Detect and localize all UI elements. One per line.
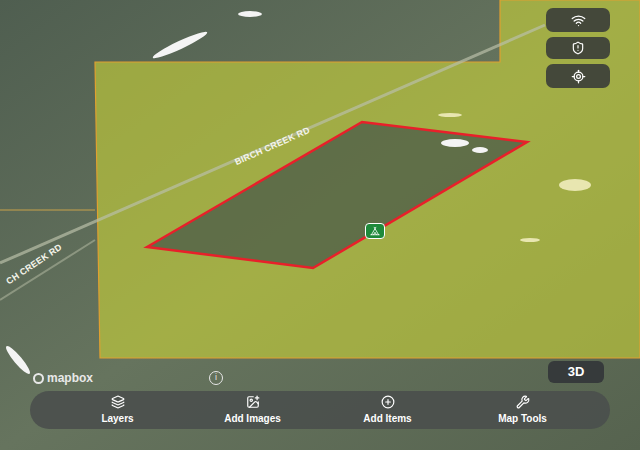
map-controls <box>546 8 610 88</box>
add-item-icon <box>381 395 395 409</box>
view-3d-button[interactable]: 3D <box>548 361 604 383</box>
mapbox-logo[interactable]: mapbox <box>33 369 93 387</box>
parcel-marker[interactable] <box>365 223 385 239</box>
toolbar-button[interactable]: Add Images <box>208 395 298 426</box>
add-image-icon <box>246 395 260 409</box>
locate-button[interactable] <box>546 64 610 88</box>
mapbox-attribution: mapbox i <box>33 369 223 387</box>
tent-icon <box>370 226 380 236</box>
toolbar-button[interactable]: Add Items <box>343 395 433 426</box>
road <box>0 240 95 300</box>
map-screen: BIRCH CREEK RDCH CREEK RDmapboxi3DLayers… <box>0 0 640 450</box>
wifi-icon <box>571 13 586 28</box>
parcel-overlay[interactable] <box>95 0 640 358</box>
bottom-toolbar: Layers Add Images Add Items Map Tools <box>30 391 610 429</box>
info-button[interactable] <box>546 37 610 59</box>
toolbar-button[interactable]: Map Tools <box>478 395 568 426</box>
map-tools-icon <box>516 395 530 409</box>
offline-button[interactable] <box>546 8 610 32</box>
layers-icon <box>111 395 125 409</box>
mapbox-logo-icon <box>33 373 44 384</box>
toolbar-button[interactable]: Layers <box>73 395 163 426</box>
satellite-map[interactable] <box>0 0 640 450</box>
info-attribution-button[interactable]: i <box>209 371 223 385</box>
locate-icon <box>571 69 586 84</box>
shield-icon <box>571 41 585 55</box>
selected-parcel[interactable] <box>147 122 527 268</box>
